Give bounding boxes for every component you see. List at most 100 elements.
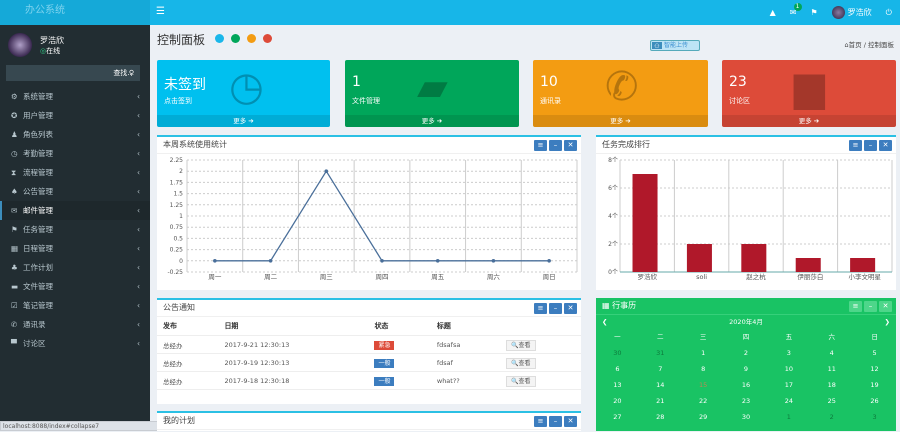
minimize-icon[interactable]: – bbox=[549, 416, 562, 427]
calendar-day[interactable]: 26 bbox=[853, 393, 896, 409]
smart-upload-button[interactable]: ⚇ 智能上传 bbox=[650, 40, 700, 51]
calendar-day[interactable]: 17 bbox=[767, 377, 810, 393]
calendar-day[interactable]: 18 bbox=[810, 377, 853, 393]
view-button[interactable]: 🔍查看 bbox=[506, 358, 536, 369]
minimize-icon[interactable]: – bbox=[864, 301, 877, 312]
card-label[interactable]: 点击签到 bbox=[164, 96, 192, 106]
menu-icon[interactable]: ≡ bbox=[534, 303, 547, 314]
card-more-link[interactable]: 更多 ➔ bbox=[157, 115, 330, 127]
card-more-link[interactable]: 更多 ➔ bbox=[345, 115, 519, 127]
view-button[interactable]: 🔍查看 bbox=[506, 376, 536, 387]
minimize-icon[interactable]: – bbox=[549, 140, 562, 151]
calendar-day[interactable]: 1 bbox=[682, 345, 725, 361]
table-row: 总经办 2017-9-19 12:30:13 一般 fdsaf 🔍查看 bbox=[157, 353, 581, 372]
calendar-day[interactable]: 1 bbox=[767, 409, 810, 425]
calendar-day[interactable]: 16 bbox=[725, 377, 768, 393]
menu-icon[interactable]: ≡ bbox=[534, 140, 547, 151]
calendar-day[interactable]: 25 bbox=[810, 393, 853, 409]
calendar-day[interactable]: 14 bbox=[639, 377, 682, 393]
sidebar-item-label: 公告管理 bbox=[23, 187, 53, 196]
sidebar-toggle-icon[interactable]: ☰ bbox=[156, 6, 165, 17]
card-more-link[interactable]: 更多 ➔ bbox=[533, 115, 708, 127]
sidebar-item-phone[interactable]: ✆ 通讯录 ‹ bbox=[0, 315, 150, 334]
menu-icon[interactable]: ≡ bbox=[534, 416, 547, 427]
bell-icon[interactable]: ▲ bbox=[770, 8, 776, 17]
sidebar-item-bell[interactable]: ♠ 公告管理 ‹ bbox=[0, 182, 150, 201]
calendar-day[interactable]: 6 bbox=[596, 361, 639, 377]
mail-icon[interactable]: ✉ 1 bbox=[790, 3, 802, 17]
calendar-day[interactable]: 23 bbox=[725, 393, 768, 409]
calendar-day[interactable]: 2 bbox=[725, 345, 768, 361]
card-label[interactable]: 文件管理 bbox=[352, 96, 380, 106]
sidebar-item-hourglass[interactable]: ⧗ 流程管理 ‹ bbox=[0, 163, 150, 182]
calendar-day[interactable]: 27 bbox=[596, 409, 639, 425]
next-month-icon[interactable]: ❯ bbox=[885, 315, 890, 329]
calendar-day[interactable]: 4 bbox=[810, 345, 853, 361]
sidebar-item-flag[interactable]: ⚑ 任务管理 ‹ bbox=[0, 220, 150, 239]
x-tick-label: 小李文明星 bbox=[849, 272, 882, 281]
power-icon[interactable]: ⏻ bbox=[886, 8, 892, 18]
sidebar-item-tree[interactable]: ♣ 工作计划 ‹ bbox=[0, 258, 150, 277]
minimize-icon[interactable]: – bbox=[864, 140, 877, 151]
notice-table: 发布 日期 状态 标题 总经办 2017-9-21 12:30:13 紧急 fdsafsa 🔍查… bbox=[157, 317, 581, 390]
close-icon[interactable]: ✕ bbox=[879, 140, 892, 151]
sidebar-item-comment[interactable]: ▀ 讨论区 ‹ bbox=[0, 334, 150, 353]
upload-icon: ⚇ bbox=[652, 42, 662, 50]
calendar-day[interactable]: 8 bbox=[682, 361, 725, 377]
calendar-day[interactable]: 21 bbox=[639, 393, 682, 409]
sidebar-item-clock[interactable]: ◷ 考勤管理 ‹ bbox=[0, 144, 150, 163]
bar bbox=[632, 174, 658, 272]
theme-dot-orange[interactable] bbox=[247, 34, 256, 43]
menu-icon[interactable]: ≡ bbox=[849, 301, 862, 312]
calendar-day[interactable]: 30 bbox=[725, 409, 768, 425]
sidebar-item-folder[interactable]: ▬ 文件管理 ‹ bbox=[0, 277, 150, 296]
close-icon[interactable]: ✕ bbox=[879, 301, 892, 312]
calendar-day[interactable]: 11 bbox=[810, 361, 853, 377]
theme-dot-red[interactable] bbox=[263, 34, 272, 43]
close-icon[interactable]: ✕ bbox=[564, 140, 577, 151]
calendar-day[interactable]: 22 bbox=[682, 393, 725, 409]
close-icon[interactable]: ✕ bbox=[564, 416, 577, 427]
x-tick-label: 周二 bbox=[264, 273, 278, 281]
calendar-day[interactable]: 10 bbox=[767, 361, 810, 377]
sidebar-item-edit[interactable]: ☑ 笔记管理 ‹ bbox=[0, 296, 150, 315]
sidebar-item-user[interactable]: ♟ 角色列表 ‹ bbox=[0, 125, 150, 144]
calendar-day[interactable]: 31 bbox=[639, 345, 682, 361]
calendar-day[interactable]: 20 bbox=[596, 393, 639, 409]
calendar-day[interactable]: 24 bbox=[767, 393, 810, 409]
app-logo[interactable]: 办公系统 bbox=[0, 0, 150, 25]
sidebar-item-calendar[interactable]: ▦ 日程管理 ‹ bbox=[0, 239, 150, 258]
calendar-day[interactable]: 3 bbox=[767, 345, 810, 361]
search-icon[interactable]: ⚲ bbox=[129, 65, 134, 81]
minimize-icon[interactable]: – bbox=[549, 303, 562, 314]
sidebar-item-users[interactable]: ✪ 用户管理 ‹ bbox=[0, 106, 150, 125]
calendar-day[interactable]: 19 bbox=[853, 377, 896, 393]
sidebar-item-gear[interactable]: ⚙ 系统管理 ‹ bbox=[0, 87, 150, 106]
calendar-day[interactable]: 29 bbox=[682, 409, 725, 425]
calendar-day[interactable]: 9 bbox=[725, 361, 768, 377]
calendar-day[interactable]: 15 bbox=[682, 377, 725, 393]
menu-icon[interactable]: ≡ bbox=[849, 140, 862, 151]
calendar-day[interactable]: 2 bbox=[810, 409, 853, 425]
calendar-day[interactable]: 5 bbox=[853, 345, 896, 361]
calendar-day[interactable]: 13 bbox=[596, 377, 639, 393]
user-menu[interactable]: 罗浩欣 bbox=[831, 6, 872, 19]
sidebar-search-input[interactable]: 查找... ⚲ bbox=[6, 65, 140, 81]
sidebar-item-envelope[interactable]: ✉ 邮件管理 ‹ bbox=[0, 201, 150, 220]
calendar-day[interactable]: 30 bbox=[596, 345, 639, 361]
calendar-day[interactable]: 3 bbox=[853, 409, 896, 425]
view-button[interactable]: 🔍查看 bbox=[506, 340, 536, 351]
chevron-left-icon: ‹ bbox=[137, 225, 140, 234]
theme-dot-blue[interactable] bbox=[215, 34, 224, 43]
card-more-link[interactable]: 更多 ➔ bbox=[722, 115, 896, 127]
flag-icon[interactable]: ⚑ bbox=[811, 8, 818, 17]
calendar-day[interactable]: 12 bbox=[853, 361, 896, 377]
card-label[interactable]: 讨论区 bbox=[729, 96, 750, 106]
close-icon[interactable]: ✕ bbox=[564, 303, 577, 314]
breadcrumb-home[interactable]: 首页 bbox=[849, 41, 862, 49]
calendar-day[interactable]: 28 bbox=[639, 409, 682, 425]
prev-month-icon[interactable]: ❮ bbox=[602, 315, 607, 329]
card-label[interactable]: 通讯录 bbox=[540, 96, 561, 106]
calendar-day[interactable]: 7 bbox=[639, 361, 682, 377]
theme-dot-green[interactable] bbox=[231, 34, 240, 43]
